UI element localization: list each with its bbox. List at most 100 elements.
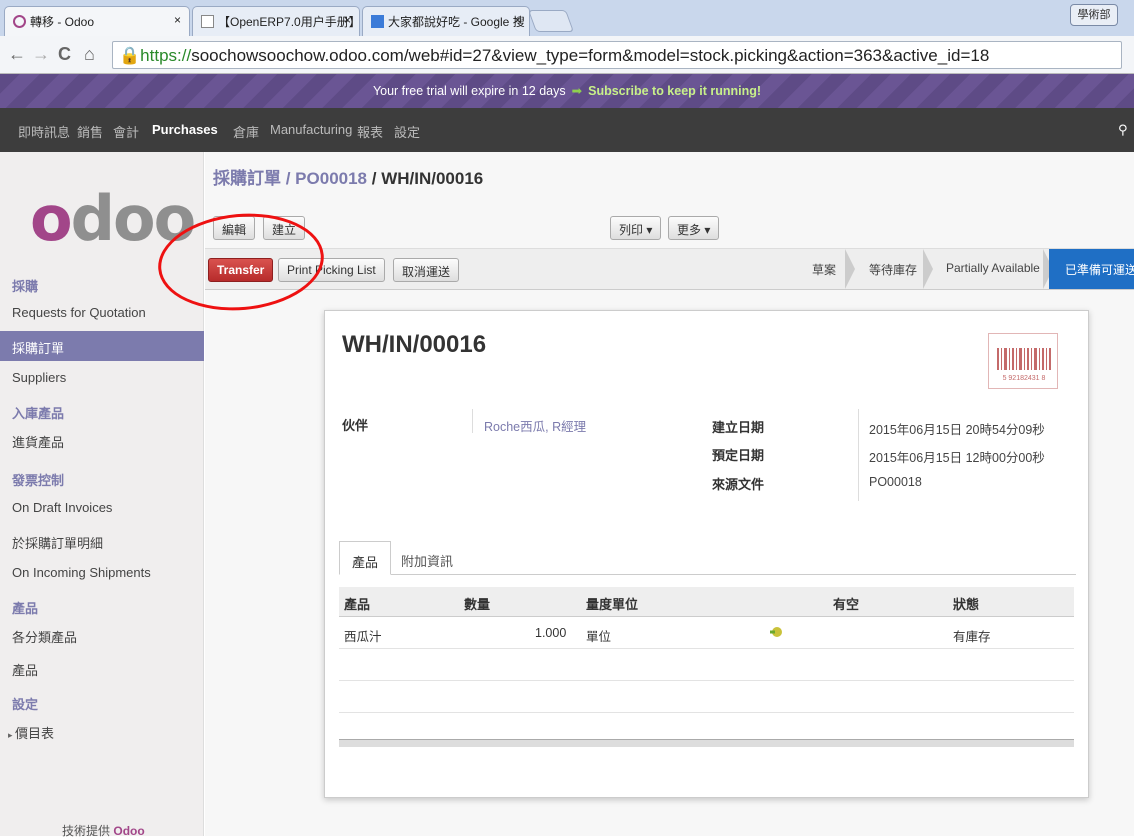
- col-status[interactable]: 狀態: [953, 594, 979, 613]
- home-icon[interactable]: ⌂: [84, 44, 95, 65]
- sidebar-item-po-lines[interactable]: 於採購訂單明細: [0, 526, 204, 556]
- action-statusbar: Transfer Print Picking List 取消運送 草案 等待庫存…: [205, 248, 1134, 290]
- col-quantity[interactable]: 數量: [464, 594, 490, 613]
- sidebar-item-incoming-shipments[interactable]: On Incoming Shipments: [0, 558, 204, 588]
- page-favicon-icon: [201, 15, 214, 28]
- source-document-label: 來源文件: [712, 477, 765, 492]
- cell-quantity: 1.000: [535, 626, 567, 640]
- sidebar-item-incoming-products[interactable]: 進貨產品: [0, 425, 204, 455]
- breadcrumb-purchase-orders[interactable]: 採購訂單: [213, 169, 281, 188]
- google-favicon-icon: [371, 15, 384, 28]
- stage-draft[interactable]: 草案: [796, 249, 844, 289]
- created-date-label: 建立日期: [712, 420, 765, 435]
- col-uom[interactable]: 量度單位: [586, 594, 638, 613]
- forward-arrow-icon[interactable]: →: [32, 44, 50, 65]
- search-icon[interactable]: ⚲: [1118, 122, 1128, 138]
- breadcrumb: 採購訂單 / PO00018 / WH/IN/00016: [213, 164, 483, 189]
- menu-manufacturing[interactable]: Manufacturing: [270, 122, 352, 137]
- sidebar-section-invoice-control: 發票控制: [12, 473, 65, 488]
- arrow-right-icon: ➡: [571, 84, 583, 98]
- scheduled-date-value: 2015年06月15日 12時00分00秒: [869, 451, 1045, 465]
- sidebar-item-draft-invoices[interactable]: On Draft Invoices: [0, 493, 204, 523]
- reload-icon[interactable]: C: [58, 44, 71, 65]
- menu-warehouse[interactable]: 倉庫: [233, 122, 259, 141]
- menu-sales[interactable]: 銷售: [77, 122, 103, 141]
- barcode-text: 5 92182431 8: [1003, 375, 1046, 382]
- new-tab-button[interactable]: [527, 10, 575, 32]
- table-row[interactable]: 西瓜汁 1.000 單位 有庫存: [339, 617, 1074, 649]
- partner-label: 伙伴: [342, 418, 369, 433]
- browser-tab-title: 轉移 - Odoo: [30, 15, 95, 29]
- trial-text: Your free trial will expire in 12 days: [372, 84, 566, 98]
- notebook-tabs: 產品 附加資訊: [339, 541, 1076, 575]
- scheduled-date-label: 預定日期: [712, 448, 765, 463]
- close-tab-icon[interactable]: ×: [514, 13, 521, 27]
- url-scheme: https://: [140, 46, 192, 65]
- divider: [472, 409, 473, 433]
- form-sheet: WH/IN/00016 5 92182431 8 伙伴 Roche西瓜, R經理…: [324, 310, 1089, 798]
- lock-icon: 🔒: [119, 46, 141, 65]
- cell-status: 有庫存: [953, 630, 991, 644]
- top-menu: 即時訊息 銷售 會計 Purchases 倉庫 Manufacturing 報表…: [0, 108, 1134, 152]
- breadcrumb-po[interactable]: PO00018: [295, 169, 367, 188]
- sidebar-item-label: 價目表: [15, 726, 55, 741]
- menu-messaging[interactable]: 即時訊息: [18, 122, 70, 141]
- partner-value[interactable]: Roche西瓜, R經理: [484, 416, 586, 435]
- sidebar-item-rfq[interactable]: Requests for Quotation: [0, 298, 204, 328]
- browser-tab-strip: 轉移 - Odoo × 【OpenERP7.0用户手册】 × 大家都說好吃 - …: [0, 0, 1134, 36]
- browser-tab-manual[interactable]: 【OpenERP7.0用户手册】 ×: [192, 6, 360, 36]
- col-availability[interactable]: 有空: [833, 594, 859, 613]
- sidebar-item-product-categories[interactable]: 各分類產品: [0, 620, 204, 650]
- menu-accounting[interactable]: 會計: [113, 122, 139, 141]
- menu-purchases[interactable]: Purchases: [152, 122, 218, 137]
- powered-by: 技術提供 Odoo: [62, 822, 145, 839]
- browser-tab-title: 【OpenERP7.0用户手册】: [218, 15, 360, 29]
- availability-icon: [769, 626, 783, 638]
- sidebar-item-purchase-orders[interactable]: 採購訂單: [0, 331, 204, 361]
- browser-tab-odoo[interactable]: 轉移 - Odoo ×: [4, 6, 190, 36]
- barcode-icon: 5 92182431 8: [988, 333, 1058, 389]
- print-dropdown[interactable]: 列印 ▾: [610, 216, 662, 240]
- back-arrow-icon[interactable]: ←: [8, 44, 26, 65]
- more-dropdown[interactable]: 更多 ▾: [668, 216, 720, 240]
- odoo-favicon-icon: [13, 15, 26, 28]
- sidebar-item-pricelists[interactable]: ▸ 價目表: [0, 716, 204, 746]
- caret-right-icon: ▸: [8, 730, 16, 740]
- sidebar-item-products[interactable]: 產品: [0, 653, 204, 683]
- url-input[interactable]: 🔒https://soochowsoochow.odoo.com/web#id=…: [112, 41, 1122, 69]
- breadcrumb-sep: /: [281, 169, 296, 188]
- breadcrumb-sep: /: [367, 169, 382, 188]
- table-footer: [339, 739, 1074, 747]
- stage-partially-available[interactable]: Partially Available: [930, 249, 1048, 289]
- cell-product: 西瓜汁: [344, 630, 382, 644]
- menu-settings[interactable]: 設定: [394, 122, 420, 141]
- main-content: 採購訂單 / PO00018 / WH/IN/00016 編輯 建立 列印 ▾ …: [205, 152, 1134, 836]
- stage-waiting[interactable]: 等待庫存: [853, 249, 925, 289]
- sidebar-section-config: 設定: [12, 697, 39, 712]
- sidebar-item-suppliers[interactable]: Suppliers: [0, 363, 204, 393]
- address-bar: ← → C ⌂ 🔒https://soochowsoochow.odoo.com…: [0, 36, 1134, 74]
- divider: [858, 409, 859, 501]
- close-tab-icon[interactable]: ×: [174, 13, 181, 27]
- table-row: [339, 649, 1074, 681]
- breadcrumb-current: WH/IN/00016: [381, 169, 484, 188]
- subscribe-link[interactable]: Subscribe to keep it running!: [588, 84, 761, 98]
- cell-uom: 單位: [586, 630, 612, 644]
- sidebar-section-purchase: 採購: [12, 279, 39, 294]
- tab-additional-info[interactable]: 附加資訊: [389, 541, 465, 575]
- close-tab-icon[interactable]: ×: [344, 13, 351, 27]
- browser-tab-google[interactable]: 大家都說好吃 - Google 搜 ×: [362, 6, 530, 36]
- cancel-transfer-button[interactable]: 取消運送: [393, 258, 460, 282]
- sidebar-section-products: 產品: [12, 601, 39, 616]
- created-date-value: 2015年06月15日 20時54分09秒: [869, 423, 1045, 437]
- tab-products[interactable]: 產品: [339, 541, 392, 575]
- table-row: [339, 681, 1074, 713]
- col-product[interactable]: 產品: [344, 594, 370, 613]
- url-rest: soochowsoochow.odoo.com/web#id=27&view_t…: [191, 46, 990, 65]
- record-title: WH/IN/00016: [342, 331, 487, 358]
- browser-tab-title: 大家都說好吃 - Google 搜: [388, 15, 525, 29]
- menu-reporting[interactable]: 報表: [357, 122, 383, 141]
- browser-user-chip[interactable]: 學術部: [1070, 4, 1118, 26]
- stage-ready[interactable]: 已準備可運送: [1049, 249, 1134, 289]
- sidebar-section-incoming: 入庫產品: [12, 406, 65, 421]
